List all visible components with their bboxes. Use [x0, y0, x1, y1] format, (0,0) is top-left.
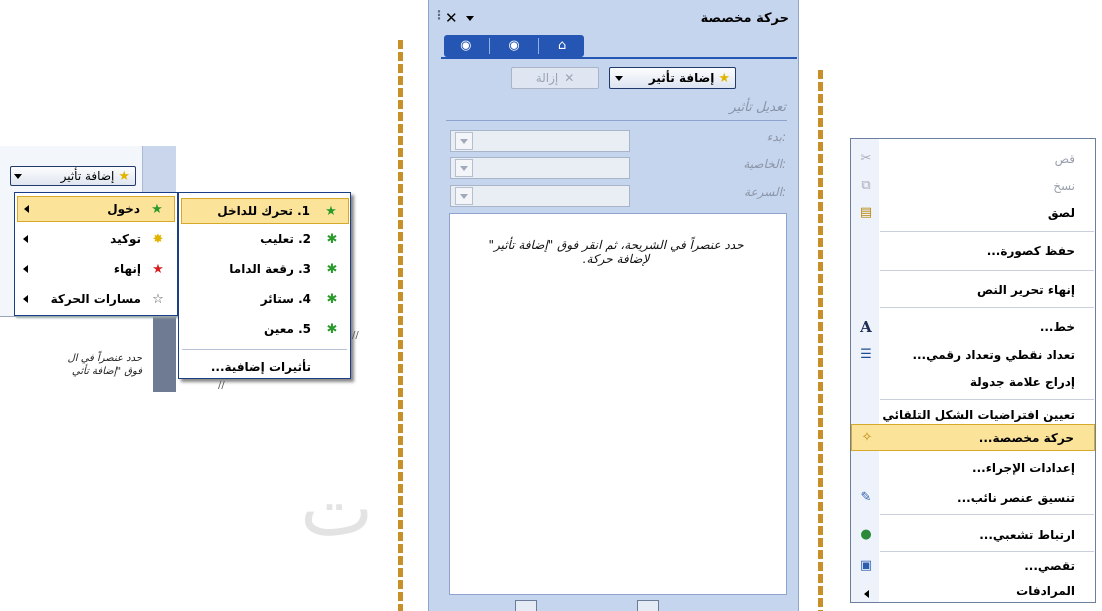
entrance-submenu: ★ 1. تحرك للداخل ✱ 2. تعليب ✱ 3. رقعة ال…: [178, 192, 351, 379]
context-item-copy[interactable]: ⧉ نسخ: [851, 172, 1095, 199]
submenu-item-more-effects[interactable]: تأثيرات إضافية...: [181, 354, 349, 380]
property-label: الخاصية:: [743, 157, 786, 171]
menu-item-motion-paths[interactable]: ☆ مسارات الحركة: [17, 286, 175, 312]
nav-underline: [441, 57, 797, 59]
box-star-icon: ✱: [326, 231, 338, 247]
edit-effect-heading: تعديل تأثير: [729, 100, 786, 115]
context-item-format-placeholder[interactable]: ✎ تنسيق عنصر نائب...: [851, 484, 1095, 511]
context-item-hyperlink[interactable]: ● ارتباط تشعبي...: [851, 521, 1095, 548]
back-icon[interactable]: ◉: [454, 38, 478, 54]
nav-separator: [537, 38, 539, 54]
hyperlink-icon: ●: [860, 527, 872, 542]
menu-item-exit[interactable]: ★ إنهاء: [17, 256, 175, 282]
resize-grip-icon[interactable]: //: [352, 330, 359, 341]
star-green-icon: ★: [151, 201, 163, 217]
paste-icon: ▤: [859, 205, 873, 220]
submenu-divider: [182, 349, 347, 350]
menu-divider: [880, 514, 1094, 515]
speed-dropdown-chevron-icon: [455, 187, 473, 205]
context-item-paste[interactable]: ▤ لصق: [851, 199, 1095, 226]
copy-icon: ⧉: [861, 178, 871, 193]
diamond-star-icon: ✱: [326, 321, 338, 337]
format-icon: ✎: [860, 490, 872, 505]
pane-menu-chevron-icon[interactable]: [465, 15, 474, 21]
checkerboard-star-icon: ✱: [326, 261, 338, 277]
context-item-bullets[interactable]: ☰ تعداد نقطي وتعداد رقمي...: [851, 341, 1095, 368]
forward-icon[interactable]: ◉: [502, 38, 526, 54]
research-icon: ▣: [859, 558, 873, 573]
start-select[interactable]: [450, 130, 630, 152]
speed-select[interactable]: [450, 185, 630, 207]
fly-in-star-icon: ★: [325, 203, 337, 219]
animation-list-message: حدد عنصراً في الشريحة، ثم انقر فوق "إضاف…: [488, 238, 744, 266]
animation-list[interactable]: [449, 213, 787, 595]
bullets-icon: ☰: [860, 347, 872, 362]
font-icon: A: [860, 317, 872, 336]
add-effect-star-icon: ★: [718, 70, 730, 86]
add-effect-button[interactable]: ★ إضافة تأثير: [10, 166, 136, 186]
context-item-font[interactable]: A خط...: [851, 313, 1095, 340]
panel1-hint-text: حدد عنصراً في ال فوق "إضافة تأثي: [67, 353, 142, 377]
submenu-item-blinds[interactable]: ✱ 4. ستائر: [181, 286, 349, 312]
property-select[interactable]: [450, 157, 630, 179]
submenu-arrow-icon: [24, 205, 29, 213]
move-down-button[interactable]: [637, 600, 659, 611]
context-item-exit-edit-text[interactable]: إنهاء تحرير النص: [851, 276, 1095, 303]
close-icon[interactable]: ✕: [445, 9, 458, 27]
remove-icon: ✕: [564, 71, 575, 85]
speed-label: السرعة:: [744, 185, 786, 199]
submenu-item-box[interactable]: ✱ 2. تعليب: [181, 226, 349, 252]
chevron-down-icon: [615, 75, 623, 81]
chevron-down-icon: [14, 173, 22, 179]
context-item-synonyms[interactable]: المرادفات: [851, 577, 1095, 604]
resize-grip-icon[interactable]: //: [218, 380, 225, 391]
submenu-item-diamond[interactable]: ✱ 5. معين: [181, 316, 349, 342]
star-outline-icon: ☆: [152, 291, 164, 307]
add-effect-star-icon: ★: [118, 168, 130, 184]
move-up-button[interactable]: [515, 600, 537, 611]
property-dropdown-chevron-icon: [455, 159, 473, 177]
watermark: ت: [300, 464, 374, 554]
pane-title-bar: حركة مخصصة ✕: [431, 8, 797, 28]
menu-divider: [880, 270, 1094, 271]
separator-left: [398, 40, 403, 611]
pane-add-effect-label: إضافة تأثير: [648, 71, 715, 85]
menu-divider: [880, 307, 1094, 308]
menu-divider: [880, 399, 1094, 400]
submenu-arrow-icon: [864, 587, 869, 601]
context-item-insert-tab[interactable]: إدراج علامة جدولة: [851, 368, 1095, 395]
start-label: بدء:: [766, 130, 786, 144]
home-icon[interactable]: ⌂: [550, 38, 574, 54]
menu-divider: [880, 231, 1094, 232]
context-item-custom-animation[interactable]: ✧ حركة مخصصة...: [851, 424, 1095, 451]
scissors-icon: ✂: [860, 151, 872, 166]
blinds-star-icon: ✱: [326, 291, 338, 307]
context-item-action-settings[interactable]: إعدادات الإجراء...: [851, 454, 1095, 481]
custom-animation-icon: ✧: [861, 430, 873, 445]
remove-label: إزالة: [535, 71, 559, 85]
add-effect-label: إضافة تأثير: [60, 169, 115, 183]
menu-item-entrance[interactable]: ★ دخول: [17, 196, 175, 222]
menu-item-emphasis[interactable]: ✸ توكيد: [17, 226, 175, 252]
submenu-arrow-icon: [23, 235, 28, 243]
submenu-arrow-icon: [23, 265, 28, 273]
pane-add-effect-button[interactable]: ★ إضافة تأثير: [609, 67, 736, 89]
pane-title: حركة مخصصة: [700, 10, 789, 26]
remove-button[interactable]: ✕ إزالة: [511, 67, 599, 89]
pane-nav-bar: ◉ ◉ ⌂: [444, 35, 584, 57]
separator-right: [818, 70, 823, 611]
star-red-icon: ★: [152, 261, 164, 277]
nav-separator: [489, 38, 491, 54]
context-item-save-as-picture[interactable]: حفظ كصورة...: [851, 237, 1095, 264]
submenu-arrow-icon: [23, 295, 28, 303]
star-yellow-icon: ✸: [152, 231, 164, 247]
start-dropdown-chevron-icon: [455, 132, 473, 150]
reorder-buttons: [515, 600, 705, 611]
effect-category-menu: ★ دخول ✸ توكيد ★ إنهاء ☆ مسارات الحركة: [14, 192, 178, 316]
context-item-research[interactable]: ▣ تقصي...: [851, 552, 1095, 579]
edit-effect-divider: [446, 120, 787, 121]
submenu-item-fly-in[interactable]: ★ 1. تحرك للداخل: [181, 198, 349, 224]
context-item-cut[interactable]: ✂ قص: [851, 145, 1095, 172]
submenu-item-checkerboard[interactable]: ✱ 3. رقعة الداما: [181, 256, 349, 282]
